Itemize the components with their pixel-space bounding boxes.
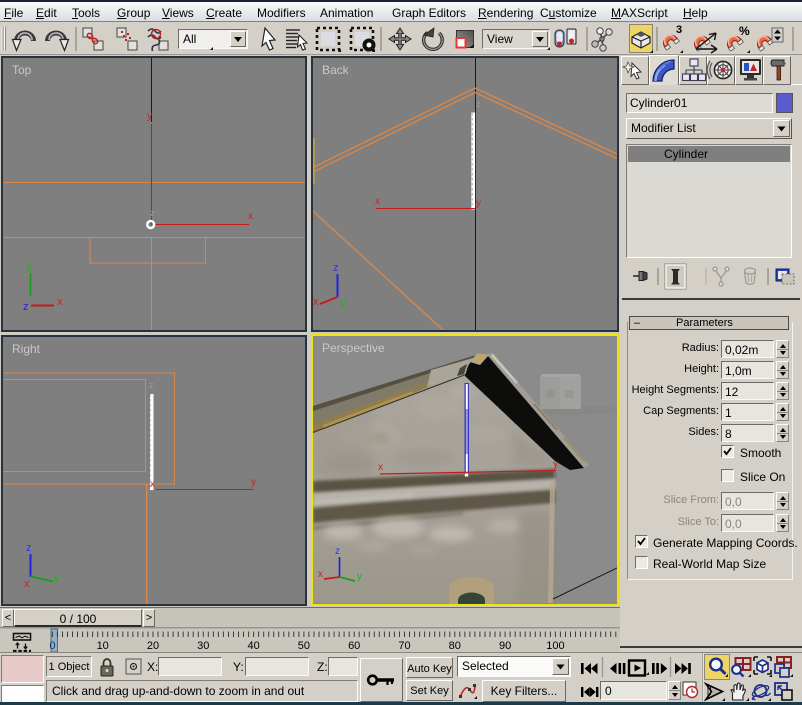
svg-text:z: z — [335, 546, 340, 557]
svg-text:80: 80 — [449, 640, 461, 652]
svg-text:x: x — [375, 196, 380, 207]
svg-text:10: 10 — [97, 640, 109, 652]
svg-text:z: z — [23, 301, 29, 313]
svg-text:y: y — [476, 198, 481, 209]
svg-text:100: 100 — [546, 640, 564, 652]
svg-text:x: x — [24, 578, 30, 590]
svg-text:%: % — [739, 24, 750, 38]
svg-text:60: 60 — [348, 640, 360, 652]
svg-text:z: z — [26, 542, 32, 554]
svg-text:x: x — [150, 479, 155, 490]
svg-text:y: y — [251, 477, 256, 488]
svg-text:x: x — [57, 296, 63, 308]
svg-text:y: y — [553, 459, 558, 470]
svg-text:x: x — [378, 462, 383, 473]
svg-text:40: 40 — [247, 640, 259, 652]
svg-text:90: 90 — [499, 640, 511, 652]
svg-text:z: z — [476, 99, 481, 109]
svg-text:x: x — [248, 211, 253, 222]
svg-text:y: y — [54, 572, 60, 584]
svg-text:30: 30 — [197, 640, 209, 652]
svg-text:y: y — [26, 261, 32, 273]
svg-text:20: 20 — [147, 640, 159, 652]
svg-text:z: z — [150, 208, 155, 218]
svg-text:z: z — [149, 380, 154, 390]
svg-text:50: 50 — [298, 640, 310, 652]
svg-text:x: x — [318, 569, 323, 580]
svg-text:x: x — [313, 296, 319, 308]
svg-text:z: z — [333, 262, 339, 274]
svg-text:y: y — [357, 571, 362, 582]
svg-text:3: 3 — [676, 24, 682, 36]
svg-text:0: 0 — [49, 640, 55, 652]
svg-text:y: y — [340, 297, 346, 309]
svg-text:y: y — [147, 111, 152, 122]
svg-text:70: 70 — [398, 640, 410, 652]
